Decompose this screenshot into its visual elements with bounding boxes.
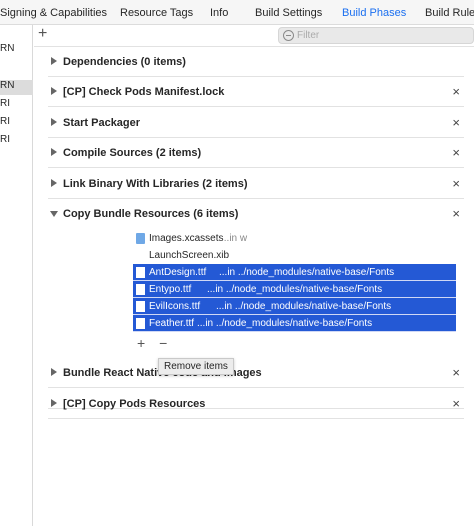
phase-title: Copy Bundle Resources (6 items) [63,208,239,220]
disclosure-triangle-icon[interactable] [51,399,57,407]
file-row-selected[interactable]: Feather.ttf ...in ../node_modules/native… [133,315,456,332]
file-path: ...in ../node_modules/native-base/Fonts [207,284,383,295]
file-path: ...in ../node_modules/native-base/Fonts [216,301,392,312]
disclosure-triangle-icon[interactable] [51,368,57,376]
phase-copy-pods-resources[interactable]: [CP] Copy Pods Resources × [48,389,464,419]
filter-input[interactable] [297,29,467,42]
delete-phase-button[interactable]: × [452,176,460,191]
phase-title: [CP] Copy Pods Resources [63,398,206,410]
phase-dependencies[interactable]: Dependencies (0 items) [48,47,464,77]
sidebar-item[interactable]: RI [0,134,33,149]
filter-field[interactable] [278,27,474,44]
sidebar-item[interactable]: RN [0,43,33,58]
file-row[interactable]: Images.xcassets ...in w [133,230,456,247]
disclosure-triangle-icon[interactable] [51,87,57,95]
sidebar-item-label: RN [0,43,15,54]
sidebar-item[interactable]: RI [0,98,33,113]
tab-signing-capabilities[interactable]: Signing & Capabilities [0,7,107,19]
delete-phase-button[interactable]: × [452,206,460,221]
phase-title: Compile Sources (2 items) [63,147,202,159]
disclosure-triangle-icon[interactable] [51,118,57,126]
file-row-selected[interactable]: EvilIcons.ttf ...in ../node_modules/nati… [133,298,456,315]
file-name: LaunchScreen.xib [149,250,230,261]
delete-phase-button[interactable]: × [452,145,460,160]
sidebar-item[interactable]: RI [0,116,33,131]
sidebar-item-label: RI [0,98,10,109]
file-row-selected[interactable]: Entypo.ttf ...in ../node_modules/native-… [133,281,456,298]
targets-sidebar: RN RN RI RI RI [0,25,33,526]
sidebar-item-label: RI [0,134,10,145]
tab-build-phases[interactable]: Build Phases [342,7,406,19]
sidebar-item-label: RI [0,116,10,127]
file-name: Entypo.ttf [149,284,192,295]
disclosure-triangle-icon[interactable] [51,148,57,156]
phase-compile-sources[interactable]: Compile Sources (2 items) × [48,138,464,168]
file-name: Images.xcassets [149,233,224,244]
disclosure-triangle-open-icon[interactable] [50,211,58,217]
file-row-selected[interactable]: AntDesign.ttf ...in ../node_modules/nati… [133,264,456,281]
disclosure-triangle-icon[interactable] [51,179,57,187]
phase-check-pods-manifest[interactable]: [CP] Check Pods Manifest.lock × [48,77,464,107]
phase-link-binary[interactable]: Link Binary With Libraries (2 items) × [48,169,464,199]
tab-build-settings[interactable]: Build Settings [255,7,322,19]
resource-file-list: Images.xcassets ...in w LaunchScreen.xib… [133,230,456,332]
filter-icon [283,30,294,41]
file-icon [136,267,145,278]
phase-title: Dependencies (0 items) [63,56,186,68]
phase-title: Link Binary With Libraries (2 items) [63,178,248,190]
phase-title: [CP] Check Pods Manifest.lock [63,86,225,98]
add-phase-button[interactable]: + [38,25,47,43]
tab-info[interactable]: Info [210,7,228,19]
file-name: EvilIcons.ttf [149,301,201,312]
tab-build-rules[interactable]: Build Rules [425,7,474,19]
file-icon [136,284,145,295]
delete-phase-button[interactable]: × [452,365,460,380]
remove-items-tooltip: Remove items [158,358,234,375]
file-name: AntDesign.ttf [149,267,207,278]
list-buttons: + − [137,335,177,351]
file-name: Feather.ttf [149,318,195,329]
xib-icon [136,250,145,261]
file-path: ...in w [221,233,248,244]
sidebar-item-label: RN [0,80,15,91]
phase-title: Start Packager [63,117,141,129]
remove-file-button[interactable]: − [159,335,167,351]
phases-toolbar: + [34,25,474,47]
file-row[interactable]: LaunchScreen.xib [133,247,456,264]
tab-resource-tags[interactable]: Resource Tags [120,7,193,19]
delete-phase-button[interactable]: × [452,115,460,130]
delete-phase-button[interactable]: × [452,396,460,411]
tab-bar: Signing & Capabilities Resource Tags Inf… [0,0,474,25]
phase-bundle-react-native[interactable]: Bundle React Native code and images × [48,358,464,388]
file-path: ...in ../node_modules/native-base/Fonts [219,267,395,278]
file-path: ...in ../node_modules/native-base/Fonts [197,318,373,329]
phase-start-packager[interactable]: Start Packager × [48,108,464,138]
delete-phase-button[interactable]: × [452,84,460,99]
disclosure-triangle-icon[interactable] [51,57,57,65]
folder-icon [136,233,145,244]
add-file-button[interactable]: + [137,335,145,351]
file-icon [136,301,145,312]
file-icon [136,318,145,329]
sidebar-item-selected[interactable]: RN [0,80,33,95]
